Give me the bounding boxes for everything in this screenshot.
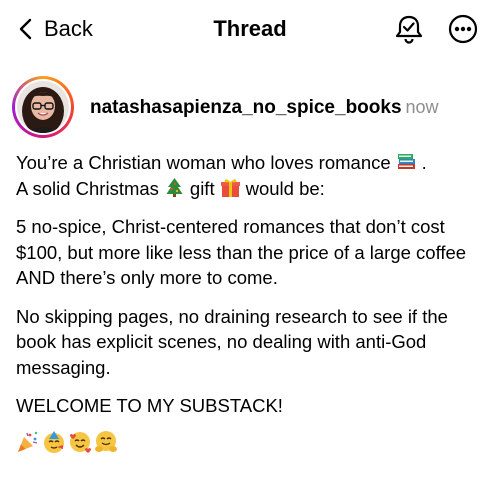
smiling-face-with-hearts-emoji xyxy=(68,430,92,454)
post-author: natashasapienza_no_spice_books now xyxy=(90,94,439,121)
more-options-icon[interactable] xyxy=(446,12,480,46)
books-emoji xyxy=(396,151,417,172)
hugging-face-emoji xyxy=(94,430,118,454)
post-timestamp: now xyxy=(405,97,439,117)
avatar[interactable] xyxy=(12,76,74,138)
emoji-row xyxy=(16,430,486,454)
partying-face-emoji xyxy=(42,430,66,454)
christmas-tree-emoji xyxy=(164,177,185,198)
post-paragraph-2: 5 no-spice, Christ-centered romances tha… xyxy=(16,216,467,288)
post-paragraph-1: You’re a Christian woman who loves roman… xyxy=(16,151,427,199)
username-link[interactable]: natashasapienza_no_spice_books xyxy=(90,97,402,118)
profile-photo xyxy=(17,81,69,133)
post-paragraph-4: WELCOME TO MY SUBSTACK! xyxy=(16,395,283,416)
party-popper-emoji xyxy=(16,430,40,454)
post-paragraph-3: No skipping pages, no draining research … xyxy=(16,305,448,378)
notification-bell-icon[interactable] xyxy=(392,12,426,46)
top-nav-bar: Back Thread xyxy=(0,0,500,60)
post-body: You’re a Christian woman who loves roman… xyxy=(16,150,486,454)
gift-emoji xyxy=(220,177,241,198)
